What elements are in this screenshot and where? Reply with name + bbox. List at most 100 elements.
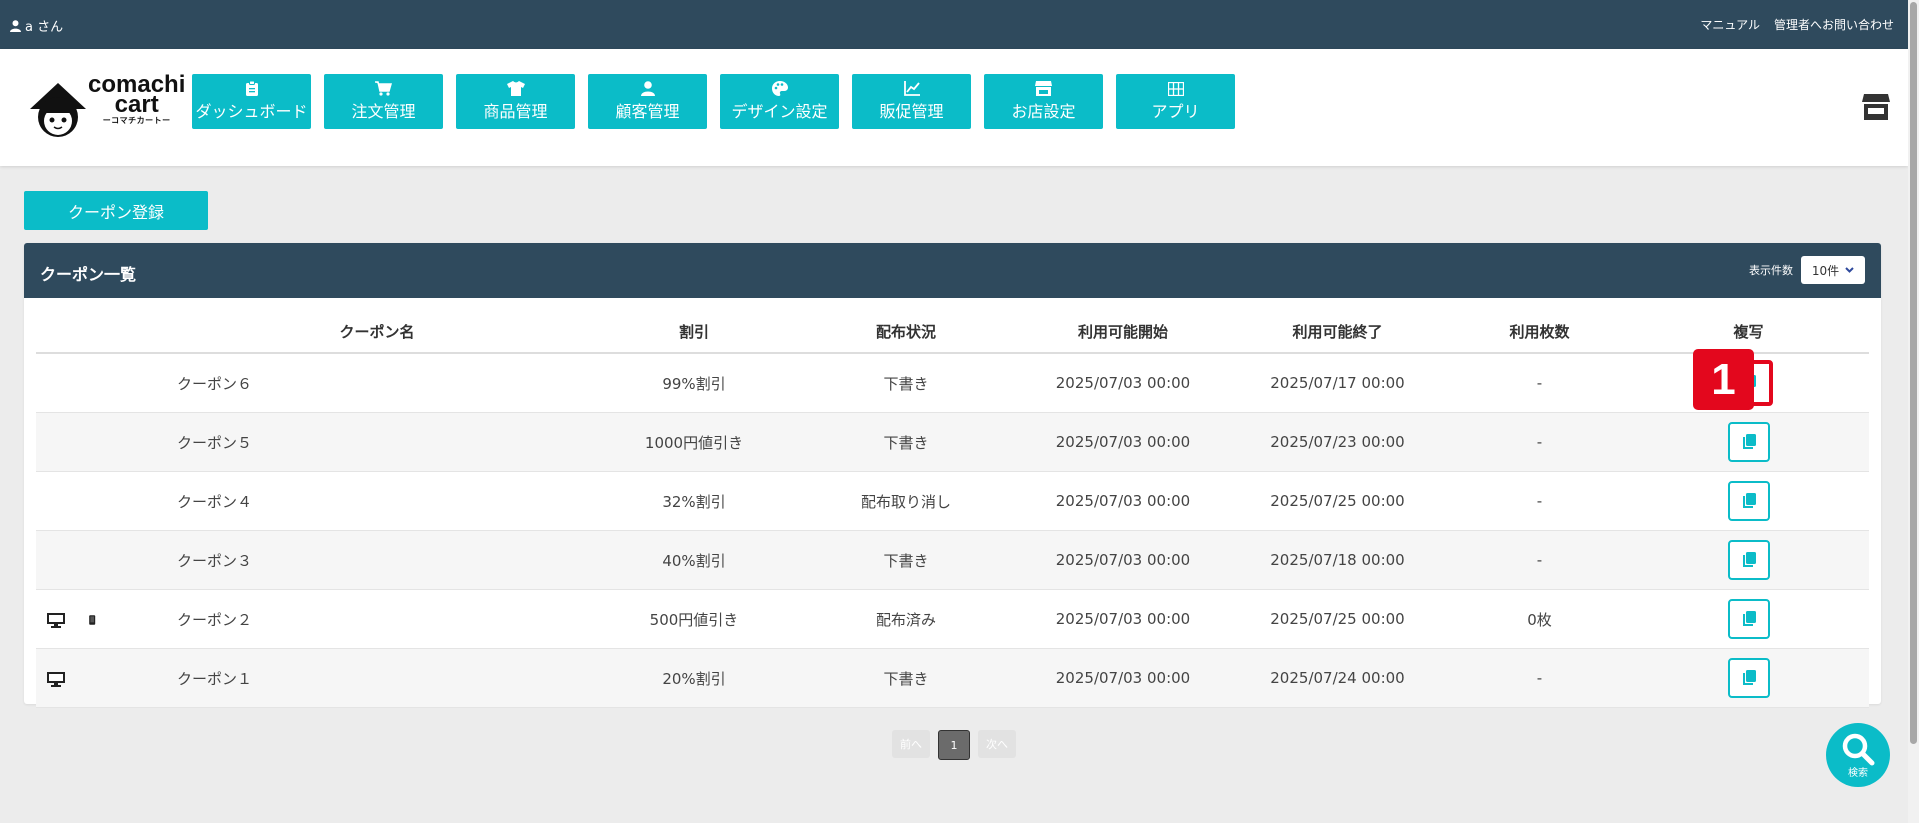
nav-orders[interactable]: 注文管理 [324,74,443,129]
copy-icon [1742,434,1756,449]
user-menu[interactable]: a さん [10,16,63,35]
logo-subtitle: ーコマチカートー [102,116,171,125]
user-icon [10,19,21,32]
coupon-discount: 40%割引 [598,530,790,590]
search-fab-label: 検索 [1848,767,1868,779]
coupon-name: クーポン１ [157,648,598,708]
coupon-end: 2025/07/23 00:00 [1224,412,1451,472]
table-header-row: クーポン名 割引 配布状況 利用可能開始 利用可能終了 利用枚数 複写 [36,310,1869,354]
copy-cell [1628,412,1869,472]
column-header-copy: 複写 [1628,310,1869,354]
chevron-down-icon [1845,267,1854,273]
column-header-used: 利用枚数 [1451,310,1628,354]
coupon-end: 2025/07/25 00:00 [1224,589,1451,649]
copy-icon [1742,611,1756,626]
next-page-button[interactable]: 次へ [978,730,1016,758]
copy-cell [1628,530,1869,590]
page-scrollbar[interactable] [1908,0,1919,823]
coupon-discount: 500円値引き [598,589,790,649]
nav-label: 注文管理 [351,102,416,121]
coupon-status: 下書き [790,648,1022,708]
nav-promotion[interactable]: 販促管理 [852,74,971,129]
nav-label: デザイン設定 [731,102,828,121]
desktop-icon [47,671,65,687]
coupon-name: クーポン５ [157,412,598,472]
annotation-marker: 1 [1693,349,1754,410]
per-page-label: 表示件数 [1749,264,1793,277]
clipboard-icon [245,81,258,96]
copy-cell [1628,648,1869,708]
nav-label: 販促管理 [879,102,944,121]
nav-label: お店設定 [1011,102,1076,121]
per-page-select[interactable]: 10件 [1801,256,1865,284]
copy-cell [1628,589,1869,649]
coupon-status: 配布済み [790,589,1022,649]
panel-header: クーポン一覧 表示件数 10件 [24,243,1881,298]
main-nav: ダッシュボード 注文管理 商品管理 顧客管理 デザイン設定 販促管理 お店設定 [192,74,1235,129]
device-cell [36,353,157,413]
column-header-name: クーポン名 [157,310,598,354]
user-icon [640,81,655,96]
copy-icon [1742,552,1756,567]
chart-icon [903,81,920,96]
search-fab-button[interactable]: 検索 [1826,723,1890,787]
coupon-start: 2025/07/03 00:00 [1022,589,1224,649]
storefront-icon[interactable] [1862,94,1890,120]
coupon-discount: 32%割引 [598,471,790,531]
copy-button[interactable] [1727,481,1770,521]
register-coupon-button[interactable]: クーポン登録 [24,191,208,230]
nav-label: アプリ [1151,101,1200,121]
user-name: a さん [25,20,64,35]
contact-admin-link[interactable]: 管理者へお問い合わせ [1774,16,1894,33]
coupon-used: 0枚 [1451,589,1628,649]
nav-dashboard[interactable]: ダッシュボード [192,74,311,129]
cart-icon [375,81,392,96]
device-cell [36,530,157,590]
table-row: クーポン５ 1000円値引き 下書き 2025/07/03 00:00 2025… [36,412,1869,472]
nav-store-settings[interactable]: お店設定 [984,74,1103,129]
coupon-start: 2025/07/03 00:00 [1022,471,1224,531]
device-column-header [36,310,157,354]
device-cell [36,648,157,708]
device-cell [36,412,157,472]
coupon-end: 2025/07/25 00:00 [1224,471,1451,531]
copy-button[interactable] [1727,422,1770,462]
table-row: クーポン６ 99%割引 下書き 2025/07/03 00:00 2025/07… [36,353,1869,413]
column-header-end: 利用可能終了 [1224,310,1451,354]
nav-design[interactable]: デザイン設定 [720,74,839,129]
nav-label: 顧客管理 [615,102,680,121]
coupon-end: 2025/07/24 00:00 [1224,648,1451,708]
logo-word-cart: cart [114,91,159,118]
device-cell [36,589,157,649]
current-page-button[interactable]: 1 [938,730,970,760]
nav-products[interactable]: 商品管理 [456,74,575,129]
copy-button[interactable] [1727,540,1770,580]
coupon-discount: 99%割引 [598,353,790,413]
table-row: クーポン１ 20%割引 下書き 2025/07/03 00:00 2025/07… [36,648,1869,708]
mascot-icon [30,83,86,137]
panel-title: クーポン一覧 [40,265,137,284]
nav-label: ダッシュボード [195,102,308,121]
column-header-start: 利用可能開始 [1022,310,1224,354]
copy-button[interactable] [1727,658,1770,698]
logo[interactable]: comachi cart ーコマチカートー [26,73,185,145]
scrollbar-thumb[interactable] [1910,2,1917,744]
coupon-name: クーポン４ [157,471,598,531]
search-icon [1842,733,1875,765]
pagination: 前へ 1 次へ [892,730,1016,760]
shirt-icon [506,81,525,96]
copy-button[interactable] [1727,599,1770,639]
coupon-status: 配布取り消し [790,471,1022,531]
coupon-name: クーポン３ [157,530,598,590]
table-row: クーポン２ 500円値引き 配布済み 2025/07/03 00:00 2025… [36,589,1869,649]
nav-customers[interactable]: 顧客管理 [588,74,707,129]
nav-app[interactable]: アプリ [1116,74,1235,129]
table-row: クーポン３ 40%割引 下書き 2025/07/03 00:00 2025/07… [36,530,1869,590]
coupon-table: クーポン名 割引 配布状況 利用可能開始 利用可能終了 利用枚数 複写 クーポン… [36,310,1869,708]
coupon-list-panel: クーポン一覧 表示件数 10件 クーポン名 割引 配布状況 利用可能開始 利用可… [24,243,1881,708]
coupon-name: クーポン６ [157,353,598,413]
coupon-used: - [1451,353,1628,413]
manual-link[interactable]: マニュアル [1700,16,1760,33]
prev-page-button[interactable]: 前へ [892,730,930,758]
column-header-status: 配布状況 [790,310,1022,354]
